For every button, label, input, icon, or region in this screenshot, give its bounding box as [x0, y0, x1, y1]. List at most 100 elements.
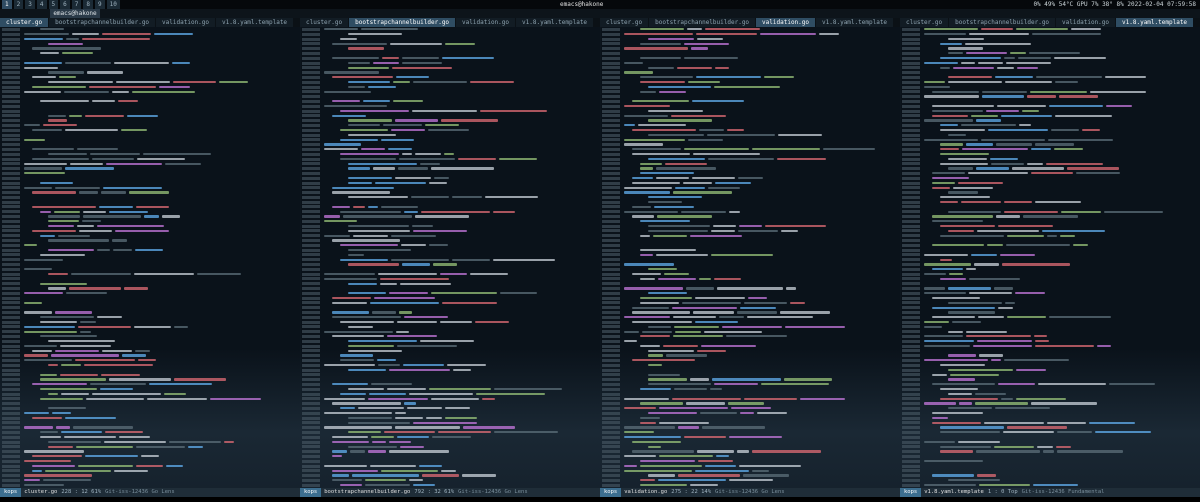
- code-token: [948, 191, 978, 194]
- code-token: [24, 292, 63, 295]
- code-token: [966, 143, 993, 146]
- code-token: [32, 229, 76, 232]
- code-token: [400, 445, 424, 448]
- code-token: [674, 388, 707, 391]
- tab-bootstrapchannelbuilder-go[interactable]: bootstrapchannelbuilder.go: [649, 18, 756, 27]
- workspace-10[interactable]: 10: [106, 0, 120, 9]
- code-token: [678, 474, 740, 477]
- code-lines[interactable]: [900, 27, 1200, 488]
- code-token: [924, 253, 968, 256]
- code-token: [682, 301, 741, 304]
- code-token: [381, 205, 418, 208]
- code-token: [40, 373, 57, 376]
- workspace-6[interactable]: 6: [60, 0, 70, 9]
- tab-v1-8-yaml-template[interactable]: v1.8.yaml.template: [1116, 18, 1194, 27]
- workspace-switcher[interactable]: 1 2 3 4 5 6 7 8 9 10: [2, 0, 120, 9]
- tab-v1-8-yaml-template[interactable]: v1.8.yaml.template: [816, 18, 894, 27]
- tab-cluster-go[interactable]: cluster.go: [900, 18, 949, 27]
- line-number: [302, 176, 320, 180]
- line-number: [602, 104, 620, 108]
- code-token: [948, 311, 995, 314]
- tab-validation-go[interactable]: validation.go: [756, 18, 816, 27]
- workspace-8[interactable]: 8: [83, 0, 93, 9]
- code-token: [219, 81, 248, 84]
- line-number: [2, 306, 20, 310]
- code-token: [154, 33, 193, 36]
- code-token: [413, 421, 477, 424]
- line-number: [902, 373, 920, 377]
- code-lines[interactable]: [0, 27, 300, 488]
- line-number: [302, 109, 320, 113]
- tab-bootstrapchannelbuilder-go[interactable]: bootstrapchannelbuilder.go: [49, 18, 156, 27]
- code-token: [961, 61, 975, 65]
- workspace-4[interactable]: 4: [36, 0, 47, 9]
- tab-cluster-go[interactable]: cluster.go: [600, 18, 649, 27]
- editor-pane[interactable]: [0, 27, 301, 488]
- code-token: [494, 431, 558, 434]
- tab-validation-go[interactable]: validation.go: [456, 18, 516, 27]
- workspace-1[interactable]: 1: [2, 0, 12, 9]
- code-lines[interactable]: [300, 27, 600, 488]
- code-token: [428, 129, 469, 132]
- tab-cluster-go[interactable]: cluster.go: [0, 18, 49, 27]
- line-number: [602, 215, 620, 219]
- code-token: [24, 301, 42, 304]
- tab-bootstrapchannelbuilder-go[interactable]: bootstrapchannelbuilder.go: [349, 18, 456, 27]
- tab-v1-8-yaml-template[interactable]: v1.8.yaml.template: [516, 18, 594, 27]
- code-token: [683, 181, 712, 184]
- workspace-3[interactable]: 3: [25, 0, 35, 9]
- line-number: [2, 123, 20, 127]
- code-token: [332, 335, 384, 338]
- workspace-9[interactable]: 9: [95, 0, 105, 9]
- workspace-5[interactable]: 5: [48, 0, 59, 9]
- tab-v1-8-yaml-template[interactable]: v1.8.yaml.template: [216, 18, 294, 27]
- code-token: [413, 229, 467, 232]
- code-token: [97, 316, 122, 319]
- code-token: [48, 71, 84, 74]
- code-token: [640, 344, 660, 348]
- code-token: [348, 263, 399, 266]
- code-token: [398, 167, 428, 170]
- line-number: [902, 157, 920, 161]
- line-number: [602, 253, 620, 257]
- code-token: [340, 359, 374, 362]
- code-token: [728, 402, 764, 405]
- workspace-7[interactable]: 7: [71, 0, 82, 9]
- code-token: [948, 167, 973, 170]
- code-lines[interactable]: [600, 27, 900, 488]
- code-token: [695, 469, 749, 472]
- line-number: [602, 478, 620, 482]
- line-number: [302, 253, 320, 257]
- editor-pane[interactable]: [300, 27, 601, 488]
- code-token: [431, 167, 494, 170]
- code-token: [76, 445, 133, 448]
- code-token: [640, 335, 670, 338]
- tab-validation-go[interactable]: validation.go: [1056, 18, 1116, 27]
- line-number: [902, 71, 920, 75]
- code-token: [665, 162, 707, 165]
- line-number: [2, 397, 20, 401]
- line-number: [902, 464, 920, 468]
- editor-pane[interactable]: [900, 27, 1200, 488]
- tab-validation-go[interactable]: validation.go: [156, 18, 216, 27]
- tab-cluster-go[interactable]: cluster.go: [300, 18, 349, 27]
- tab-bootstrapchannelbuilder-go[interactable]: bootstrapchannelbuilder.go: [949, 18, 1056, 27]
- code-token: [990, 157, 1018, 160]
- line-number: [302, 311, 320, 315]
- line-number: [2, 483, 20, 487]
- code-token: [332, 402, 401, 405]
- code-token: [1049, 105, 1103, 108]
- code-token: [429, 244, 448, 247]
- code-token: [387, 335, 437, 338]
- code-token: [32, 76, 56, 79]
- line-number: [2, 406, 20, 410]
- code-token: [729, 479, 773, 482]
- line-number: [902, 128, 920, 132]
- code-token: [32, 416, 62, 420]
- line-number: [2, 215, 20, 219]
- code-token: [134, 272, 194, 276]
- workspace-2[interactable]: 2: [13, 0, 24, 9]
- editor-pane[interactable]: [600, 27, 901, 488]
- code-token: [55, 349, 99, 352]
- code-token: [790, 301, 805, 304]
